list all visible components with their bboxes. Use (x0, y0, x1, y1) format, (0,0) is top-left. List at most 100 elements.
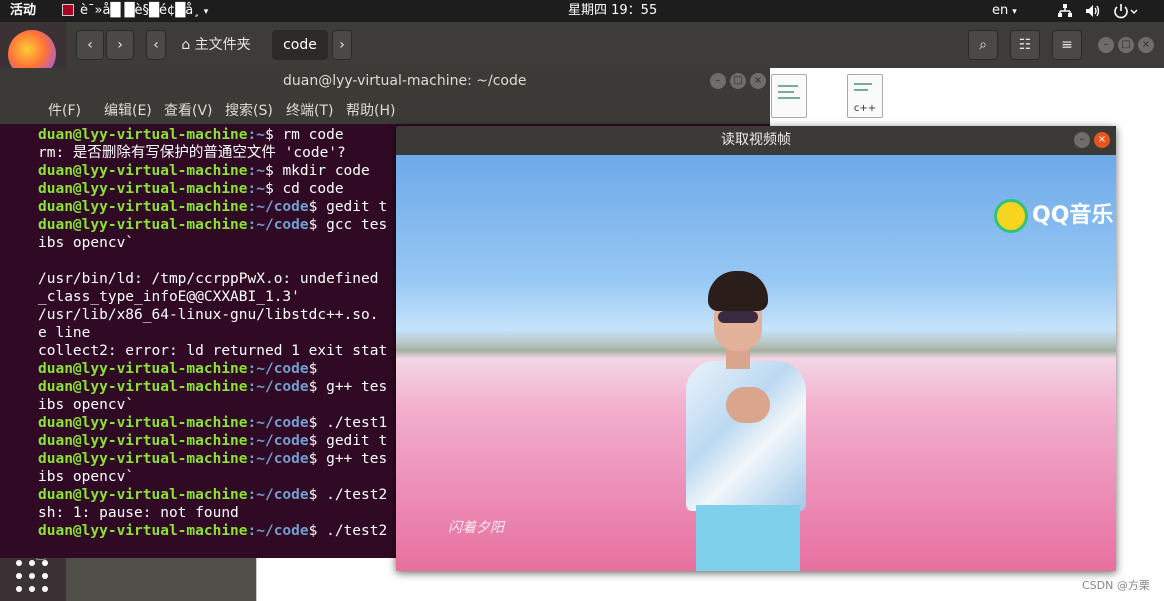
speaker-icon[interactable] (1084, 0, 1102, 22)
line-text: $ mkdir code (264, 163, 370, 179)
line-text: $ gedit t (308, 199, 388, 215)
person-hair (708, 271, 768, 311)
line-text: $ gedit t (308, 433, 388, 449)
menu-search[interactable]: 搜索(S) (225, 94, 273, 128)
terminal-line: duan@lyy-virtual-machine:~$ rm code (38, 126, 344, 144)
person-glasses (718, 311, 758, 323)
terminal-line: sh: 1: pause: not found (38, 504, 239, 522)
prompt-path: :~/code (247, 415, 309, 431)
terminal-line: duan@lyy-virtual-machine:~$ mkdir code (38, 162, 370, 180)
prompt-user: duan@lyy-virtual-machine (38, 199, 248, 215)
menu-view[interactable]: 查看(V) (164, 94, 213, 128)
qq-music-logo-icon (994, 199, 1028, 233)
line-text: $ (308, 361, 318, 377)
minimize-icon[interactable]: – (1098, 37, 1114, 53)
prompt-user: duan@lyy-virtual-machine (38, 361, 248, 377)
video-frame: QQ音乐 闪着夕阳 (396, 155, 1116, 571)
chevron-down-icon: ▾ (203, 7, 209, 17)
terminal-line: duan@lyy-virtual-machine:~/code$ (38, 360, 317, 378)
terminal-line: duan@lyy-virtual-machine:~/code$ ./test2 (38, 522, 387, 540)
text-file-icon[interactable] (771, 74, 807, 118)
file-manager-header: ‹ › ‹ ⌂ 主文件夹 code › ⌕ ☷ ≡ – □ × (66, 22, 1164, 68)
language-label: en (992, 3, 1009, 18)
prompt-user: duan@lyy-virtual-machine (38, 217, 248, 233)
menu-file[interactable]: 件(F) (48, 94, 81, 128)
video-titlebar[interactable]: 读取视频帧 – × (396, 126, 1116, 155)
prompt-path: :~ (247, 181, 265, 197)
path-scroll-left-button[interactable]: ‹ (146, 30, 166, 60)
prompt-user: duan@lyy-virtual-machine (38, 433, 248, 449)
top-panel: 活动 è¯»å█ █è§█é¢█å¸ ▾ 星期四 19：55 en ▾ (0, 0, 1164, 22)
terminal-titlebar[interactable]: duan@lyy-virtual-machine: ~/code – □ × (0, 68, 770, 94)
path-current-folder-button[interactable]: code (272, 30, 328, 60)
app-menu[interactable]: è¯»å█ █è§█é¢█å¸ ▾ (62, 0, 208, 22)
terminal-line: /usr/bin/ld: /tmp/ccrppPwX.o: undefined (38, 270, 378, 288)
file-type-label: c++ (853, 103, 877, 114)
prompt-path: :~/code (247, 361, 309, 377)
terminal-line: duan@lyy-virtual-machine:~/code$ g++ tes (38, 450, 387, 468)
terminal-line: ibs opencv` (38, 234, 134, 252)
prompt-user: duan@lyy-virtual-machine (38, 379, 248, 395)
app-icon (62, 4, 74, 16)
hamburger-menu-icon[interactable]: ≡ (1052, 30, 1082, 60)
prompt-user: duan@lyy-virtual-machine (38, 487, 248, 503)
clock[interactable]: 星期四 19：55 (568, 0, 657, 22)
path-home-button[interactable]: ⌂ 主文件夹 (166, 30, 266, 60)
power-icon[interactable] (1112, 0, 1140, 22)
window-title: 读取视频帧 (721, 132, 791, 148)
back-button[interactable]: ‹ (76, 30, 104, 60)
line-text: $ g++ tes (308, 451, 388, 467)
person-shirt (686, 361, 806, 511)
prompt-user: duan@lyy-virtual-machine (38, 415, 248, 431)
video-window[interactable]: 读取视频帧 – × QQ音乐 闪着夕阳 (396, 126, 1116, 571)
person-pants (696, 505, 800, 571)
minimize-icon[interactable]: – (710, 73, 726, 89)
terminal-line: duan@lyy-virtual-machine:~/code$ g++ tes (38, 378, 387, 396)
line-text: $ ./test2 (308, 523, 388, 539)
maximize-icon[interactable]: □ (1118, 37, 1134, 53)
close-icon[interactable]: × (750, 73, 766, 89)
person-hand (726, 387, 770, 423)
activities-button[interactable]: 活动 (10, 0, 36, 22)
terminal-menubar: 件(F) 编辑(E) 查看(V) 搜索(S) 终端(T) 帮助(H) (0, 94, 770, 124)
prompt-path: :~/code (247, 487, 309, 503)
prompt-user: duan@lyy-virtual-machine (38, 451, 248, 467)
watermark: CSDN @方栗 (1082, 579, 1150, 592)
input-language-menu[interactable]: en ▾ (992, 0, 1017, 22)
menu-help[interactable]: 帮助(H) (346, 94, 395, 128)
menu-terminal[interactable]: 终端(T) (286, 94, 333, 128)
prompt-user: duan@lyy-virtual-machine (38, 127, 248, 143)
view-options-icon[interactable]: ☷ (1010, 30, 1040, 60)
search-icon[interactable]: ⌕ (968, 30, 998, 60)
prompt-path: :~/code (247, 379, 309, 395)
close-icon[interactable]: × (1094, 132, 1110, 148)
network-icon[interactable] (1056, 0, 1074, 22)
line-text: /usr/lib/x86_64-linux-gnu/libstdc++.so. (38, 307, 379, 323)
home-icon: ⌂ (181, 37, 195, 53)
show-applications-icon[interactable] (16, 560, 50, 594)
terminal-line: e line (38, 324, 90, 342)
terminal-line: duan@lyy-virtual-machine:~/code$ ./test1 (38, 414, 387, 432)
path-scroll-right-button[interactable]: › (332, 30, 352, 60)
prompt-user: duan@lyy-virtual-machine (38, 163, 248, 179)
terminal-line: ibs opencv` (38, 396, 134, 414)
close-icon[interactable]: × (1138, 37, 1154, 53)
terminal-line: /usr/lib/x86_64-linux-gnu/libstdc++.so. (38, 306, 378, 324)
menu-edit[interactable]: 编辑(E) (104, 94, 152, 128)
cpp-file-icon[interactable]: c++ (847, 74, 883, 118)
video-subtitle: 闪着夕阳 (448, 520, 504, 536)
line-text: $ cd code (264, 181, 344, 197)
line-text: $ rm code (264, 127, 344, 143)
terminal-line: collect2: error: ld returned 1 exit stat (38, 342, 387, 360)
forward-button[interactable]: › (106, 30, 134, 60)
home-label: 主文件夹 (194, 37, 251, 53)
app-menu-label: è¯»å█ █è§█é¢█å¸ (80, 3, 200, 18)
line-text: e line (38, 325, 91, 341)
line-text: sh: 1: pause: not found (38, 505, 239, 521)
minimize-icon[interactable]: – (1074, 132, 1090, 148)
line-text: $ ./test1 (308, 415, 388, 431)
window-title: duan@lyy-virtual-machine: ~/code (283, 73, 527, 89)
terminal-line: ibs opencv` (38, 468, 134, 486)
line-text: /usr/bin/ld: /tmp/ccrppPwX.o: undefined (38, 271, 379, 287)
maximize-icon[interactable]: □ (730, 73, 746, 89)
